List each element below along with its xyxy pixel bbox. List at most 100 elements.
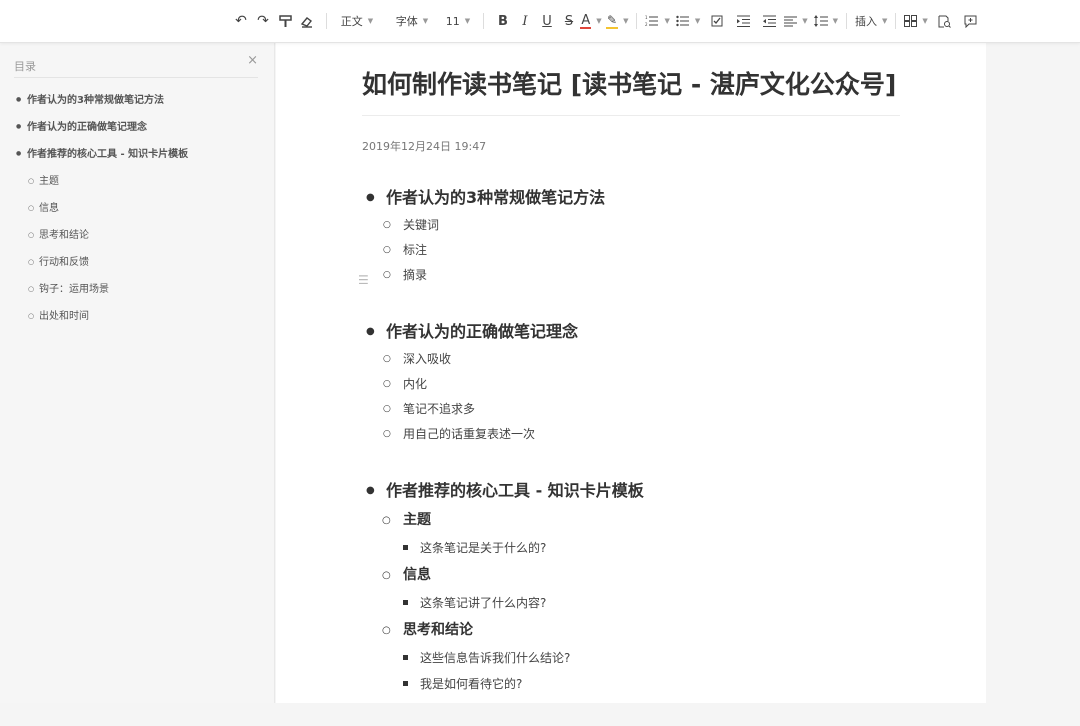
toolbar-separator (895, 13, 897, 29)
section-heading: 作者认为的3种常规做笔记方法 (366, 183, 926, 213)
undo-button[interactable]: ↶ (230, 9, 252, 33)
insert-label: 插入 (855, 15, 878, 28)
checklist-button[interactable] (706, 9, 728, 33)
align-button[interactable]: ▼ (784, 9, 808, 33)
table-button[interactable]: ▼ (904, 9, 928, 33)
table-icon (904, 15, 918, 27)
font-family-label: 字体 (395, 15, 418, 28)
caret-down-icon: ▼ (832, 17, 839, 25)
toc-subitem[interactable]: 出处和时间 (16, 309, 188, 336)
font-family-dropdown[interactable]: 字体 ▼ (387, 9, 437, 33)
caret-down-icon: ▼ (596, 17, 602, 25)
ordered-list-icon: 12 (645, 15, 659, 27)
italic-button[interactable]: I (514, 9, 536, 33)
svg-text:2: 2 (645, 22, 648, 27)
redo-icon: ↷ (257, 13, 269, 29)
subsection-heading: 主题 (366, 506, 926, 535)
list-item: 内化 (366, 372, 926, 397)
section: 作者推荐的核心工具 - 知识卡片模板 主题 这条笔记是关于什么的? 信息 这条笔… (366, 476, 926, 697)
italic-icon: I (522, 13, 528, 29)
eraser-icon (300, 16, 312, 28)
format-painter-button[interactable] (274, 9, 296, 33)
font-size-dropdown[interactable]: 11 ▼ (441, 9, 475, 33)
paragraph-style-label: 正文 (340, 15, 363, 28)
checkbox-icon (711, 15, 723, 27)
toc-item[interactable]: 作者认为的3种常规做笔记方法 (16, 93, 188, 120)
insert-dropdown[interactable]: 插入 ▼ (855, 9, 887, 33)
title-divider (362, 115, 900, 116)
list-item: 笔记不追求多 (366, 397, 926, 422)
comment-button[interactable] (960, 9, 982, 33)
list-item: 这些信息告诉我们什么结论? (366, 645, 926, 671)
indent-icon (736, 15, 750, 27)
bold-button[interactable]: B (492, 9, 514, 33)
find-in-document-icon (938, 15, 952, 28)
toc-subitem[interactable]: 行动和反馈 (16, 255, 188, 282)
toc-subitem[interactable]: 钩子：运用场景 (16, 282, 188, 309)
outdent-button[interactable] (758, 9, 780, 33)
list-item: 这条笔记是关于什么的? (366, 535, 926, 561)
outdent-icon (762, 15, 776, 27)
toc-header: 目录 × (14, 53, 258, 78)
font-color-button[interactable]: A ▼ (580, 9, 602, 33)
line-height-button[interactable]: ▼ (813, 9, 839, 33)
caret-down-icon: ▼ (367, 17, 374, 25)
paragraph-style-dropdown[interactable]: 正文 ▼ (335, 9, 379, 33)
clear-format-button[interactable] (296, 9, 318, 33)
list-item: 深入吸收 (366, 347, 926, 372)
section-heading: 作者认为的正确做笔记理念 (366, 317, 926, 347)
document-date: 2019年12月24日 19:47 (362, 140, 487, 153)
caret-down-icon: ▼ (664, 17, 670, 25)
bullet-list-button[interactable]: ▼ (676, 9, 700, 33)
document-title[interactable]: 如何制作读书笔记 [读书笔记 - 湛庐文化公众号] (362, 69, 898, 105)
svg-text:1: 1 (645, 15, 648, 20)
caret-down-icon: ▼ (922, 17, 928, 25)
toc-subitem[interactable]: 主题 (16, 174, 188, 201)
caret-down-icon: ▼ (694, 17, 701, 25)
find-button[interactable] (934, 9, 956, 33)
list-item: 用自己的话重复表述一次 (366, 422, 926, 447)
format-painter-icon (278, 14, 292, 27)
section: 作者认为的3种常规做笔记方法 关键词 标注 摘录 (366, 183, 926, 288)
indent-button[interactable] (732, 9, 754, 33)
font-size-label: 11 (445, 14, 460, 28)
toc-list: 作者认为的3种常规做笔记方法 作者认为的正确做笔记理念 作者推荐的核心工具 - … (16, 93, 188, 336)
caret-down-icon: ▼ (802, 17, 808, 25)
underline-button[interactable]: U (536, 9, 558, 33)
toc-sidebar: 目录 × 作者认为的3种常规做笔记方法 作者认为的正确做笔记理念 作者推荐的核心… (0, 43, 275, 703)
close-icon[interactable]: × (247, 53, 258, 68)
section: 作者认为的正确做笔记理念 深入吸收 内化 笔记不追求多 用自己的话重复表述一次 (366, 317, 926, 447)
subsection-heading: 思考和结论 (366, 616, 926, 645)
toc-subitem[interactable]: 信息 (16, 201, 188, 228)
section-heading: 作者推荐的核心工具 - 知识卡片模板 (366, 476, 926, 506)
toc-subitem[interactable]: 思考和结论 (16, 228, 188, 255)
highlighter-icon: ✎ (606, 12, 619, 29)
undo-icon: ↶ (235, 13, 247, 29)
ordered-list-button[interactable]: 12 ▼ (645, 9, 669, 33)
toc-item[interactable]: 作者认为的正确做笔记理念 (16, 120, 188, 147)
comment-icon (964, 15, 977, 28)
caret-down-icon: ▼ (464, 17, 471, 25)
highlight-button[interactable]: ✎ ▼ (606, 9, 628, 33)
subsection-heading: 信息 (366, 561, 926, 590)
list-item: 标注 (366, 238, 926, 263)
strikethrough-icon: S (564, 13, 574, 29)
underline-icon: U (542, 13, 552, 29)
document-body[interactable]: 作者认为的3种常规做笔记方法 关键词 标注 摘录 作者认为的正确做笔记理念 深入… (366, 183, 926, 726)
list-item: 关键词 (366, 213, 926, 238)
toolbar-separator (846, 13, 848, 29)
font-color-icon: A (580, 12, 592, 29)
toolbar-history-group: ↶ ↷ 正文 ▼ 字体 ▼ 11 ▼ B I U S A ▼ ✎ ▼ 12 ▼ ▼ (230, 0, 982, 42)
toolbar-separator (483, 13, 484, 29)
caret-down-icon: ▼ (882, 17, 888, 25)
list-item: 摘录 (366, 263, 926, 288)
redo-button[interactable]: ↷ (252, 9, 274, 33)
toolbar-separator (326, 13, 327, 29)
list-item: 这条笔记讲了什么内容? (366, 590, 926, 616)
list-item: 我是如何看待它的? (366, 671, 926, 697)
line-height-icon (813, 15, 828, 27)
document-page[interactable]: 如何制作读书笔记 [读书笔记 - 湛庐文化公众号] 2019年12月24日 19… (276, 43, 986, 703)
bullet-list-icon (676, 15, 689, 27)
toc-item[interactable]: 作者推荐的核心工具 - 知识卡片模板 (16, 147, 188, 174)
strikethrough-button[interactable]: S (558, 9, 580, 33)
